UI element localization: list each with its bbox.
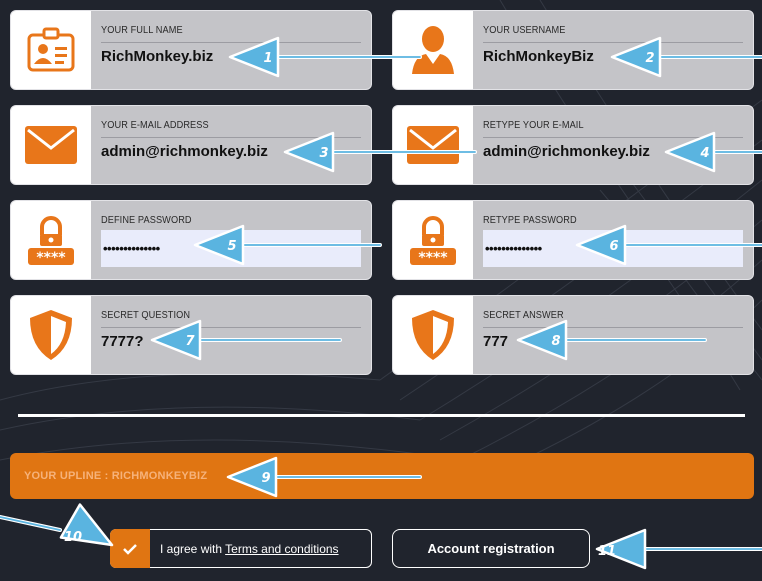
email-input[interactable]: admin@richmonkey.biz bbox=[101, 143, 268, 160]
terms-prefix: I agree with bbox=[160, 542, 226, 556]
full-name-field[interactable]: YOUR FULL NAME RichMonkey.biz bbox=[10, 10, 372, 90]
envelope-icon bbox=[393, 106, 473, 184]
retype-email-field[interactable]: RETYPE YOUR E-MAIL admin@richmonkey.biz bbox=[392, 105, 754, 185]
terms-checkbox[interactable] bbox=[110, 529, 150, 568]
envelope-icon bbox=[11, 106, 91, 184]
padlock-icon: **** bbox=[393, 201, 473, 279]
email-separator bbox=[101, 137, 361, 138]
email-label: YOUR E-MAIL ADDRESS bbox=[101, 120, 209, 131]
secret-question-field[interactable]: SECRET QUESTION 7777? bbox=[10, 295, 372, 375]
section-divider bbox=[18, 414, 745, 417]
username-field[interactable]: YOUR USERNAME RichMonkeyBiz bbox=[392, 10, 754, 90]
checkmark-icon bbox=[123, 543, 137, 555]
terms-agreement[interactable]: I agree with Terms and conditions bbox=[110, 529, 372, 568]
retype-email-input[interactable]: admin@richmonkey.biz bbox=[483, 143, 650, 160]
full-name-label: YOUR FULL NAME bbox=[101, 25, 183, 36]
password-input[interactable]: •••••••••••••• bbox=[101, 230, 361, 267]
secret-answer-input[interactable]: 777 bbox=[483, 333, 508, 350]
svg-text:****: **** bbox=[418, 250, 448, 265]
retype-email-label: RETYPE YOUR E-MAIL bbox=[483, 120, 584, 131]
full-name-separator bbox=[101, 42, 361, 43]
password-label: DEFINE PASSWORD bbox=[101, 215, 192, 226]
secret-question-label: SECRET QUESTION bbox=[101, 310, 191, 321]
secret-answer-label: SECRET ANSWER bbox=[483, 310, 564, 321]
secret-answer-separator bbox=[483, 327, 743, 328]
username-separator bbox=[483, 42, 743, 43]
shield-icon bbox=[11, 296, 91, 374]
retype-password-input[interactable]: •••••••••••••• bbox=[483, 230, 743, 267]
username-label: YOUR USERNAME bbox=[483, 25, 566, 36]
svg-text:****: **** bbox=[36, 250, 66, 265]
user-icon bbox=[393, 11, 473, 89]
retype-password-label: RETYPE PASSWORD bbox=[483, 215, 577, 226]
shield-icon bbox=[393, 296, 473, 374]
id-card-icon bbox=[11, 11, 91, 89]
secret-answer-field[interactable]: SECRET ANSWER 777 bbox=[392, 295, 754, 375]
retype-password-field[interactable]: **** RETYPE PASSWORD •••••••••••••• bbox=[392, 200, 754, 280]
terms-label: I agree with Terms and conditions bbox=[160, 542, 339, 556]
secret-question-input[interactable]: 7777? bbox=[101, 333, 144, 350]
email-field[interactable]: YOUR E-MAIL ADDRESS admin@richmonkey.biz bbox=[10, 105, 372, 185]
account-registration-button[interactable]: Account registration bbox=[392, 529, 590, 568]
padlock-icon: **** bbox=[11, 201, 91, 279]
retype-email-separator bbox=[483, 137, 743, 138]
password-field[interactable]: **** DEFINE PASSWORD •••••••••••••• bbox=[10, 200, 372, 280]
username-input[interactable]: RichMonkeyBiz bbox=[483, 48, 594, 65]
upline-bar: YOUR UPLINE : RICHMONKEYBIZ bbox=[10, 453, 754, 499]
terms-link[interactable]: Terms and conditions bbox=[225, 542, 338, 556]
upline-text: YOUR UPLINE : RICHMONKEYBIZ bbox=[24, 470, 208, 482]
secret-question-separator bbox=[101, 327, 361, 328]
full-name-input[interactable]: RichMonkey.biz bbox=[101, 48, 213, 65]
